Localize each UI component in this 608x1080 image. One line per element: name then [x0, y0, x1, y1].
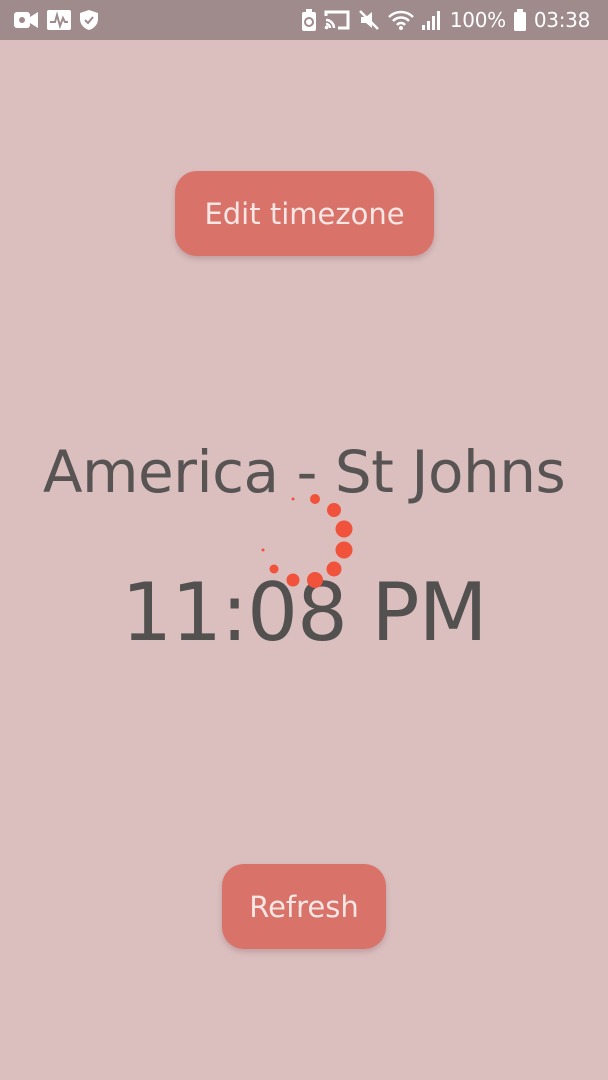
spinner-dot: [335, 520, 353, 538]
loading-spinner-icon: [261, 494, 353, 588]
refresh-button[interactable]: Refresh: [222, 864, 386, 949]
edit-timezone-button[interactable]: Edit timezone: [175, 171, 434, 256]
spinner-dot: [291, 497, 295, 501]
battery-saver-icon: [301, 9, 316, 31]
spinner-dot: [261, 548, 265, 552]
signal-icon: [421, 10, 442, 30]
status-bar-left: [14, 8, 98, 32]
mute-icon: [358, 9, 380, 31]
cast-icon: [324, 10, 350, 30]
status-bar-right: 100% 03:38: [301, 6, 590, 34]
spinner-dot: [310, 494, 320, 504]
status-clock: 03:38: [533, 8, 590, 32]
battery-percent: 100%: [449, 8, 506, 32]
spinner-dot: [326, 561, 342, 577]
battery-icon: [513, 9, 526, 31]
spinner-dot: [269, 564, 279, 574]
video-camera-icon: [14, 12, 38, 28]
spinner-dot: [327, 503, 341, 517]
spinner-dot: [286, 573, 300, 587]
status-bar: 100% 03:38: [0, 0, 608, 40]
activity-monitor-icon: [47, 10, 71, 30]
spinner-dot: [335, 541, 353, 559]
spinner-dot: [307, 572, 323, 588]
shield-icon: [80, 10, 98, 30]
wifi-icon: [387, 10, 414, 30]
